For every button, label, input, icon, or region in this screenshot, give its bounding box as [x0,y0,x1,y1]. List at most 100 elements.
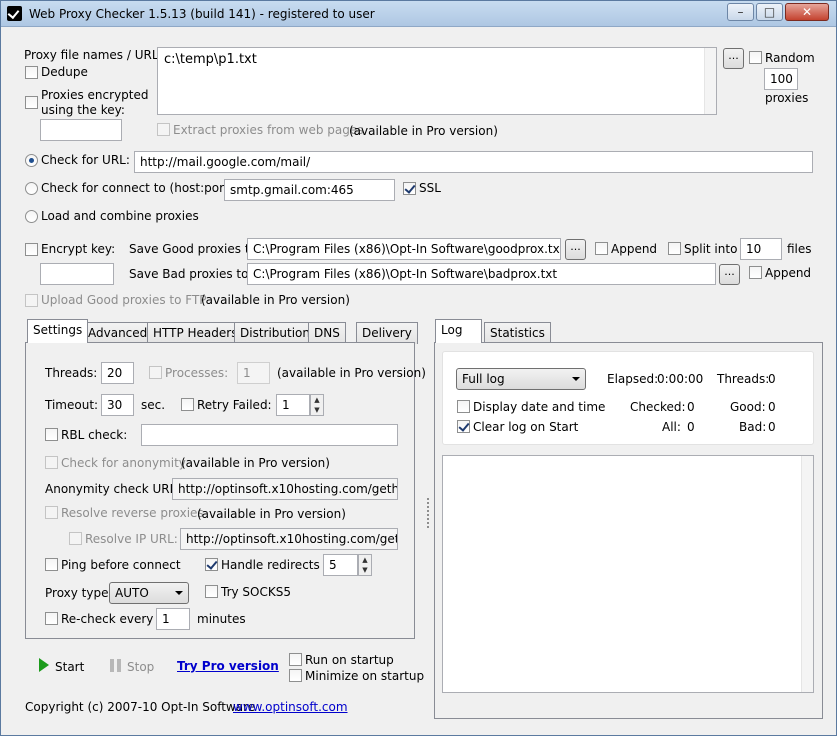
clear-log-label: Clear log on Start [473,420,579,434]
extract-proxies-note: (available in Pro version) [349,124,498,138]
recheck-checkbox[interactable] [45,612,58,625]
sec-label: sec. [141,398,166,412]
start-button[interactable]: Start [55,660,84,674]
try-pro-link[interactable]: Try Pro version [177,659,279,673]
extract-proxies-checkbox[interactable] [157,123,170,136]
anonymity-checkbox[interactable] [45,456,58,469]
rbl-check-input[interactable] [141,424,398,446]
ping-before-connect-checkbox[interactable] [45,558,58,571]
tab-dns[interactable]: DNS [308,322,346,344]
random-label: Random [765,51,815,65]
tab-advanced[interactable]: Advanced [82,322,154,344]
threads-input[interactable]: 20 [101,362,134,384]
minutes-label: minutes [197,612,246,626]
proxies-encrypted-checkbox[interactable] [25,96,38,109]
app-check-icon [7,6,22,21]
encrypt-key-checkbox[interactable] [25,243,38,256]
try-socks5-label: Try SOCKS5 [221,585,291,599]
processes-checkbox[interactable] [149,366,162,379]
minimize-button[interactable]: – [727,3,754,21]
maximize-button[interactable]: □ [756,3,783,21]
check-connect-label: Check for connect to (host:port): [41,181,238,195]
recheck-label: Re-check every [61,612,154,626]
proxy-files-browse-button[interactable]: ... [723,48,744,69]
proxy-type-value: AUTO [115,586,149,600]
decrypt-key-input[interactable] [40,119,122,141]
tab-distribution[interactable]: Distribution [234,322,317,344]
proxy-files-textarea[interactable]: c:\temp\p1.txt [157,47,717,115]
check-url-input[interactable]: http://mail.google.com/mail/ [134,151,813,173]
upload-ftp-checkbox[interactable] [25,294,38,307]
minimize-on-startup-checkbox[interactable] [289,669,302,682]
close-button[interactable]: ✕ [785,3,829,21]
check-connect-radio[interactable] [25,182,38,195]
anonymity-note: (available in Pro version) [181,456,330,470]
anonymity-url-input[interactable]: http://optinsoft.x10hosting.com/gethead [172,478,398,500]
anonymity-url-label: Anonymity check URL: [45,482,181,496]
good-append-checkbox[interactable] [595,242,608,255]
dedupe-checkbox[interactable] [25,66,38,79]
retry-failed-checkbox[interactable] [181,398,194,411]
log-threads-label: Threads: [717,372,770,386]
encrypt-key-input[interactable] [40,263,114,285]
copyright-text: Copyright (c) 2007-10 Opt-In Software [25,700,256,714]
proxy-files-value: c:\temp\p1.txt [164,52,257,67]
minimize-on-startup-label: Minimize on startup [305,669,425,683]
proxy-files-scrollbar[interactable] [704,48,716,114]
check-connect-input[interactable]: smtp.gmail.com:465 [224,179,395,201]
resolve-ip-input[interactable]: http://optinsoft.x10hosting.com/getip.p [180,528,398,550]
timeout-input[interactable]: 30 [101,394,134,416]
check-url-radio[interactable] [25,154,38,167]
start-icon [39,658,49,672]
try-socks5-checkbox[interactable] [205,585,218,598]
resolve-ip-checkbox[interactable] [69,532,82,545]
processes-note: (available in Pro version) [277,366,426,380]
bad-append-label: Append [765,266,812,280]
save-bad-browse-button[interactable]: ... [719,264,740,285]
proxy-type-select[interactable]: AUTO [109,582,189,604]
tab-statistics[interactable]: Statistics [484,322,551,344]
split-checkbox[interactable] [668,242,681,255]
save-bad-input[interactable]: C:\Program Files (x86)\Opt-In Software\b… [247,263,716,285]
save-good-input[interactable]: C:\Program Files (x86)\Opt-In Software\g… [247,238,561,260]
random-count-input[interactable]: 100 [764,68,798,90]
bad-append-checkbox[interactable] [749,266,762,279]
tab-http-headers[interactable]: HTTP Headers [147,322,244,344]
extract-proxies-label: Extract proxies from web pages [173,123,364,137]
log-scrollbar[interactable] [801,456,813,692]
split-label: Split into [684,242,738,256]
handle-redirects-checkbox[interactable] [205,558,218,571]
run-on-startup-checkbox[interactable] [289,653,302,666]
save-good-browse-button[interactable]: ... [565,239,586,260]
save-bad-label: Save Bad proxies to: [129,267,253,281]
upload-ftp-note: (available in Pro version) [201,293,350,307]
processes-input[interactable]: 1 [237,362,270,384]
tab-delivery[interactable]: Delivery [356,322,418,344]
load-combine-radio[interactable] [25,210,38,223]
split-count-input[interactable]: 10 [740,238,782,260]
good-append-label: Append [611,242,658,256]
resolve-reverse-checkbox[interactable] [45,506,58,519]
retry-failed-input[interactable]: 1 [276,394,310,416]
ssl-checkbox[interactable] [403,182,416,195]
title-bar[interactable]: Web Proxy Checker 1.5.13 (build 141) - r… [1,1,836,27]
chevron-down-icon [572,377,580,381]
random-checkbox[interactable] [749,51,762,64]
threads-label: Threads: [45,366,98,380]
retry-failed-spinner[interactable]: ▲ ▼ [310,394,324,416]
rbl-check-checkbox[interactable] [45,428,58,441]
tab-log[interactable]: Log [435,319,482,343]
tab-settings[interactable]: Settings [27,319,89,343]
recheck-input[interactable]: 1 [156,608,190,630]
stop-button[interactable]: Stop [127,660,154,674]
upload-ftp-label: Upload Good proxies to FTP [41,293,207,307]
log-mode-select[interactable]: Full log [456,368,586,390]
log-output-area[interactable] [442,455,814,693]
resolve-reverse-note: (available in Pro version) [197,507,346,521]
splitter-grip[interactable] [427,498,430,528]
clear-log-checkbox[interactable] [457,420,470,433]
website-link[interactable]: www.optinsoft.com [233,700,348,714]
redirects-input[interactable]: 5 [323,554,358,576]
display-datetime-checkbox[interactable] [457,400,470,413]
redirects-spinner[interactable]: ▲ ▼ [358,554,372,576]
